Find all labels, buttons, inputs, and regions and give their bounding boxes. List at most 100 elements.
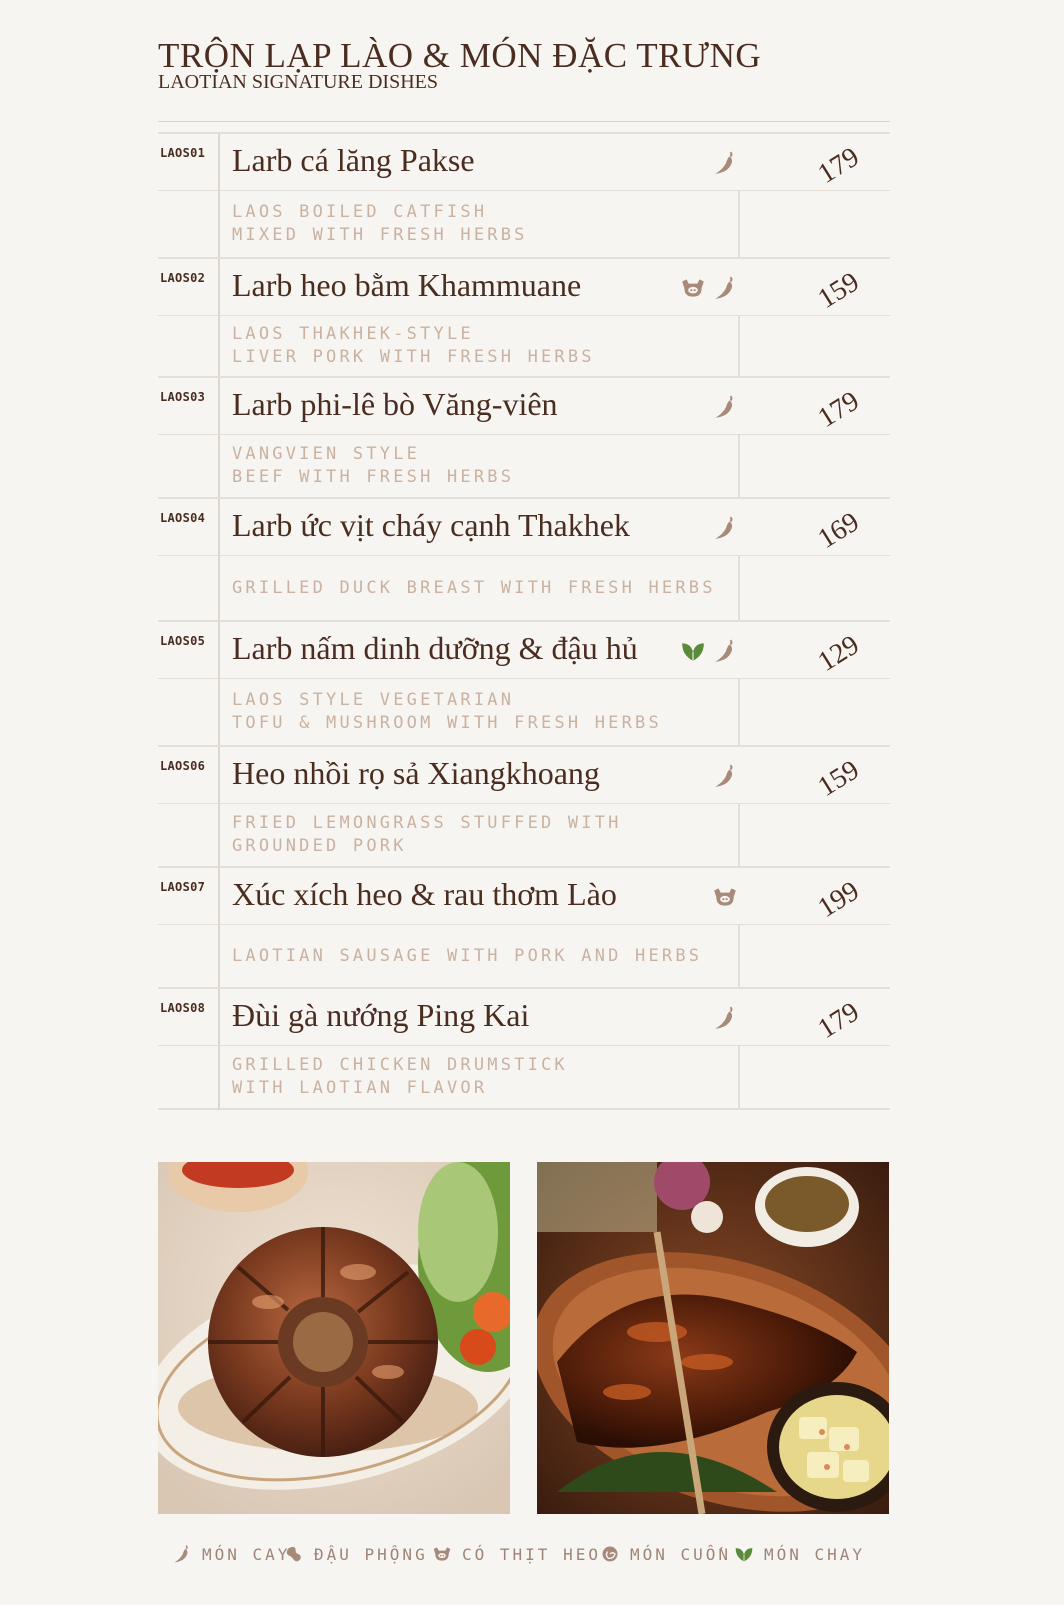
dish-description: FRIED LEMONGRASS STUFFED WITH GROUNDED PO… (232, 812, 622, 858)
legend-label: ĐẬU PHỘNG (314, 1544, 428, 1564)
dish-description-line: GROUNDED PORK (232, 836, 407, 856)
dish-description: GRILLED DUCK BREAST WITH FRESH HERBS (232, 577, 716, 600)
dish-description-line: BEEF WITH FRESH HERBS (232, 467, 515, 487)
dish-list: LAOS01 Larb cá lăng Pakse 179 LAOS BOILED … (158, 132, 890, 1110)
dish-header-row: LAOS08 Đùi gà nướng Ping Kai 179 (158, 989, 890, 1046)
dish-name: Đùi gà nướng Ping Kai (232, 997, 530, 1033)
dish-header-row: LAOS03 Larb phi-lê bò Văng-viên 179 (158, 378, 890, 435)
dish-code: LAOS06 (160, 759, 206, 773)
dish-item[interactable]: LAOS01 Larb cá lăng Pakse 179 LAOS BOILED … (158, 132, 890, 257)
photo-laotian-sausage (158, 1162, 510, 1514)
dish-code: LAOS07 (160, 880, 206, 894)
dish-price: 159 (812, 266, 865, 315)
dish-tag-icons (706, 515, 738, 541)
dish-description-line: LAOTIAN SAUSAGE WITH PORK AND HERBS (232, 945, 703, 966)
dish-description-line: LAOS BOILED CATFISH (232, 202, 488, 222)
dish-price: 199 (812, 875, 865, 924)
dish-header-row: LAOS06 Heo nhồi rọ sả Xiangkhoang 159 (158, 747, 890, 804)
dish-description-row: VANGVIEN STYLE BEEF WITH FRESH HERBS (158, 435, 890, 497)
dish-description-row: GRILLED CHICKEN DRUMSTICK WITH LAOTIAN FL… (158, 1046, 890, 1108)
roll-icon (602, 1546, 618, 1562)
dish-name: Xúc xích heo & rau thơm Lào (232, 876, 617, 912)
dish-description: LAOS STYLE VEGETARIAN TOFU & MUSHROOM WIT… (232, 689, 662, 735)
dish-description: LAOS THAKHEK-STYLE LIVER PORK WITH FRESH … (232, 323, 595, 369)
legend-item: MÓN CHAY (734, 1544, 865, 1564)
dish-name: Larb nấm dinh dưỡng & đậu hủ (232, 630, 638, 666)
dish-description-line: LAOS STYLE VEGETARIAN (232, 690, 515, 710)
dish-tag-icons (674, 638, 738, 664)
dish-item[interactable]: LAOS07 Xúc xích heo & rau thơm Lào 199 LAO… (158, 866, 890, 987)
dish-name: Heo nhồi rọ sả Xiangkhoang (232, 755, 600, 791)
legend-item: CÓ THỊT HEO (432, 1544, 601, 1564)
description-divider (738, 191, 740, 257)
dish-price: 169 (812, 506, 865, 555)
menu-page: TRỘN LẠP LÀO & MÓN ĐẶC TRƯNG LAOTIAN SIG… (0, 0, 1064, 1605)
dish-item[interactable]: LAOS02 Larb heo bằm Khammuane 159 LAOS THA… (158, 257, 890, 376)
chili-icon (174, 1545, 188, 1563)
chili-icon (715, 276, 733, 299)
pig-icon (714, 888, 736, 906)
header-divider (158, 121, 890, 122)
dish-description: LAOTIAN SAUSAGE WITH PORK AND HERBS (232, 945, 702, 968)
dish-item[interactable]: LAOS04 Larb ức vịt cháy cạnh Thakhek 169 G… (158, 497, 890, 620)
legend-item: MÓN CUỐN (600, 1544, 731, 1564)
dish-description-row: LAOS THAKHEK-STYLE LIVER PORK WITH FRESH … (158, 316, 890, 376)
dish-code: LAOS01 (160, 146, 206, 160)
dish-description-row: LAOTIAN SAUSAGE WITH PORK AND HERBS (158, 925, 890, 987)
dish-tag-icons (706, 394, 738, 420)
dish-price: 159 (812, 754, 865, 803)
description-divider (738, 925, 740, 987)
dish-price: 179 (812, 996, 865, 1045)
peanut-icon (286, 1546, 301, 1562)
chili-icon (715, 151, 733, 174)
description-divider (738, 679, 740, 745)
dish-item[interactable]: LAOS05 Larb nấm dinh dưỡng & đậu hủ 129 LA… (158, 620, 890, 745)
chili-icon (715, 516, 733, 539)
dish-description-row: FRIED LEMONGRASS STUFFED WITH GROUNDED PO… (158, 804, 890, 866)
description-divider (738, 1046, 740, 1108)
dish-description-row: GRILLED DUCK BREAST WITH FRESH HERBS (158, 556, 890, 620)
dish-name: Larb phi-lê bò Văng-viên (232, 386, 558, 422)
section-title-english: LAOTIAN SIGNATURE DISHES (158, 71, 438, 93)
dish-description-line: GRILLED CHICKEN DRUMSTICK (232, 1055, 568, 1075)
dish-description-line: LAOS THAKHEK-STYLE (232, 324, 474, 344)
description-divider (738, 316, 740, 376)
legend-label: MÓN CHAY (764, 1544, 866, 1564)
dish-description-line: FRIED LEMONGRASS STUFFED WITH (232, 813, 622, 833)
dish-header-row: LAOS01 Larb cá lăng Pakse 179 (158, 134, 890, 191)
dish-code: LAOS02 (160, 271, 206, 285)
dish-name: Larb cá lăng Pakse (232, 142, 475, 178)
dish-name: Larb ức vịt cháy cạnh Thakhek (232, 507, 630, 543)
dish-description-line: MIXED WITH FRESH HERBS (232, 225, 528, 245)
chili-icon (715, 1006, 733, 1029)
dish-header-row: LAOS07 Xúc xích heo & rau thơm Lào 199 (158, 868, 890, 925)
chili-icon (715, 395, 733, 418)
dish-header-row: LAOS05 Larb nấm dinh dưỡng & đậu hủ 129 (158, 622, 890, 679)
dish-description-line: WITH LAOTIAN FLAVOR (232, 1078, 488, 1098)
dish-tag-icons (674, 275, 738, 301)
pig-icon (433, 1547, 451, 1561)
dish-name: Larb heo bằm Khammuane (232, 267, 582, 303)
dish-description: GRILLED CHICKEN DRUMSTICK WITH LAOTIAN FL… (232, 1054, 568, 1100)
dish-description-row: LAOS BOILED CATFISH MIXED WITH FRESH HERB… (158, 191, 890, 257)
legend-item: ĐẬU PHỘNG (284, 1544, 428, 1564)
dish-item[interactable]: LAOS03 Larb phi-lê bò Văng-viên 179 VANGVI… (158, 376, 890, 497)
dish-description: VANGVIEN STYLE BEEF WITH FRESH HERBS (232, 443, 514, 489)
dish-description-row: LAOS STYLE VEGETARIAN TOFU & MUSHROOM WIT… (158, 679, 890, 745)
description-divider (738, 804, 740, 866)
dish-tag-icons (706, 150, 738, 176)
dish-item[interactable]: LAOS08 Đùi gà nướng Ping Kai 179 GRILLED C… (158, 987, 890, 1108)
dish-description: LAOS BOILED CATFISH MIXED WITH FRESH HERB… (232, 201, 528, 247)
icon-legend: MÓN CAY ĐẬU PHỘNG CÓ THỊT HEO MÓN CUỐN MÓ… (172, 1544, 892, 1574)
legend-item: MÓN CAY (172, 1544, 290, 1564)
dish-tag-icons (706, 1005, 738, 1031)
leaf-icon (682, 643, 704, 661)
dish-price: 179 (812, 385, 865, 434)
legend-label: MÓN CAY (202, 1544, 291, 1564)
dish-description-line: TOFU & MUSHROOM WITH FRESH HERBS (232, 713, 662, 733)
dish-item[interactable]: LAOS06 Heo nhồi rọ sả Xiangkhoang 159 FRIE… (158, 745, 890, 866)
photo-grilled-chicken-drumstick (537, 1162, 889, 1514)
dish-header-row: LAOS04 Larb ức vịt cháy cạnh Thakhek 169 (158, 499, 890, 556)
leaf-icon (735, 1548, 753, 1562)
dish-list-end-rule (158, 1108, 890, 1110)
